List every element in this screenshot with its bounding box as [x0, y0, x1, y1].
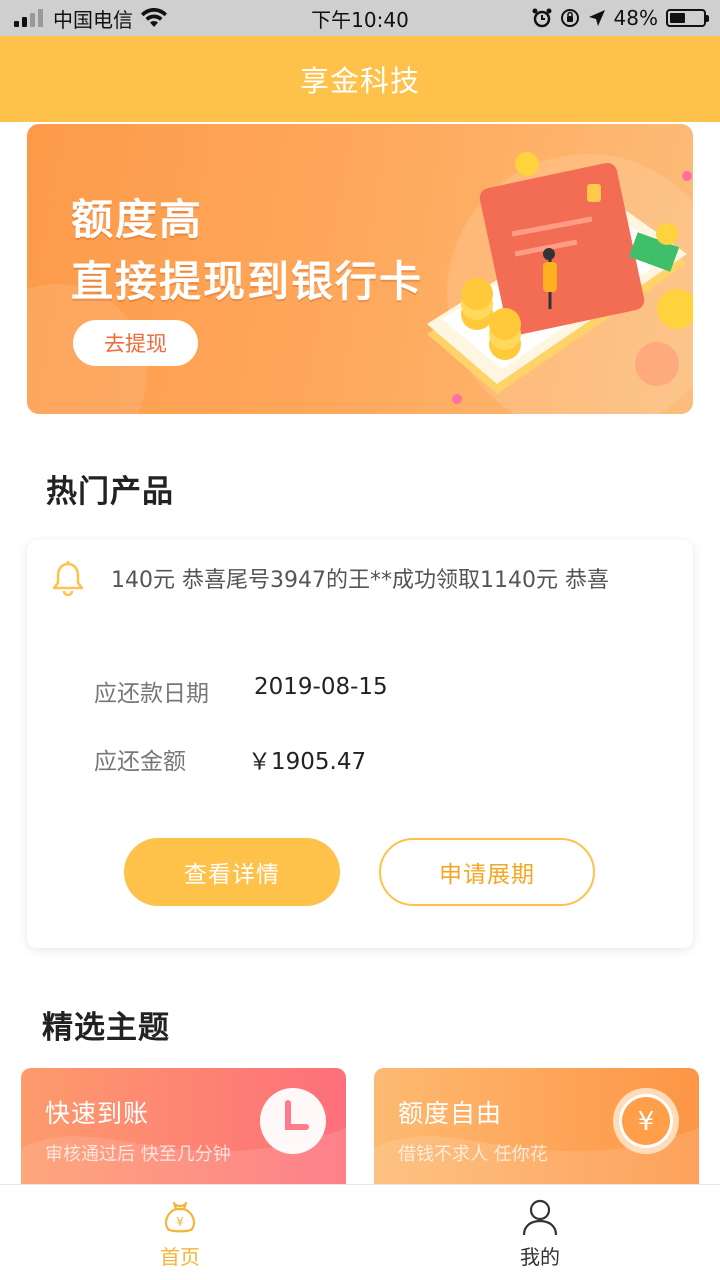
amount-value: ￥1905.47 [248, 749, 367, 775]
svg-text:¥: ¥ [638, 1107, 655, 1137]
tab-mine-label: 我的 [520, 1245, 560, 1269]
banner-headline: 额度高 [71, 195, 204, 244]
svg-text:¥: ¥ [176, 1215, 184, 1229]
bank-card-illustration [427, 152, 693, 404]
tab-mine[interactable]: 我的 [360, 1185, 720, 1280]
withdraw-button[interactable]: 去提现 [73, 320, 198, 366]
loan-card: 140元 恭喜尾号3947的王**成功领取1140元 恭喜 应还款日期 2019… [27, 540, 693, 948]
tab-home-label: 首页 [160, 1245, 200, 1269]
topic-card-fast[interactable]: 快速到账 审核通过后 快至几分钟 [21, 1068, 346, 1188]
notice-text: 140元 恭喜尾号3947的王**成功领取1140元 恭喜 [111, 568, 609, 593]
location-icon [588, 10, 605, 26]
due-date-label: 应还款日期 [94, 681, 209, 707]
due-date-row: 应还款日期 2019-08-15 [94, 674, 388, 708]
orientation-lock-icon [560, 9, 579, 27]
yen-coin-icon: ¥ [613, 1088, 679, 1154]
topic-card-free[interactable]: 额度自由 借钱不求人 任你花 ¥ [374, 1068, 699, 1188]
topic-subtitle: 借钱不求人 任你花 [398, 1144, 548, 1165]
apply-extension-button[interactable]: 申请展期 [379, 838, 595, 906]
bell-icon [52, 561, 84, 596]
clock-icon [260, 1088, 326, 1154]
tab-home[interactable]: ¥ 首页 [0, 1185, 360, 1280]
promo-banner[interactable]: 额度高 直接提现到银行卡 去提现 [27, 124, 693, 414]
user-icon [522, 1199, 558, 1236]
alarm-icon [532, 8, 552, 28]
battery-icon [666, 9, 709, 27]
battery-percent: 48% [613, 6, 658, 30]
due-date-value: 2019-08-15 [254, 674, 388, 700]
amount-label: 应还金额 [94, 749, 186, 775]
topic-subtitle: 审核通过后 快至几分钟 [45, 1144, 231, 1165]
view-details-button[interactable]: 查看详情 [124, 838, 340, 906]
app-header: 享金科技 [0, 36, 720, 122]
topic-title: 额度自由 [398, 1099, 503, 1128]
featured-title: 精选主题 [42, 1010, 170, 1046]
app-title: 享金科技 [299, 64, 420, 98]
money-bag-icon: ¥ [165, 1201, 195, 1233]
bottom-tab-bar: ¥ 首页 我的 [0, 1184, 720, 1280]
amount-row: 应还金额 ￥1905.47 [94, 742, 366, 776]
status-bar: 中国电信 下午10:40 48% [0, 0, 720, 36]
topic-title: 快速到账 [45, 1099, 150, 1128]
notice-marquee: 140元 恭喜尾号3947的王**成功领取1140元 恭喜 [51, 558, 667, 598]
banner-subheadline: 直接提现到银行卡 [71, 257, 424, 306]
hot-products-title: 热门产品 [46, 474, 174, 510]
